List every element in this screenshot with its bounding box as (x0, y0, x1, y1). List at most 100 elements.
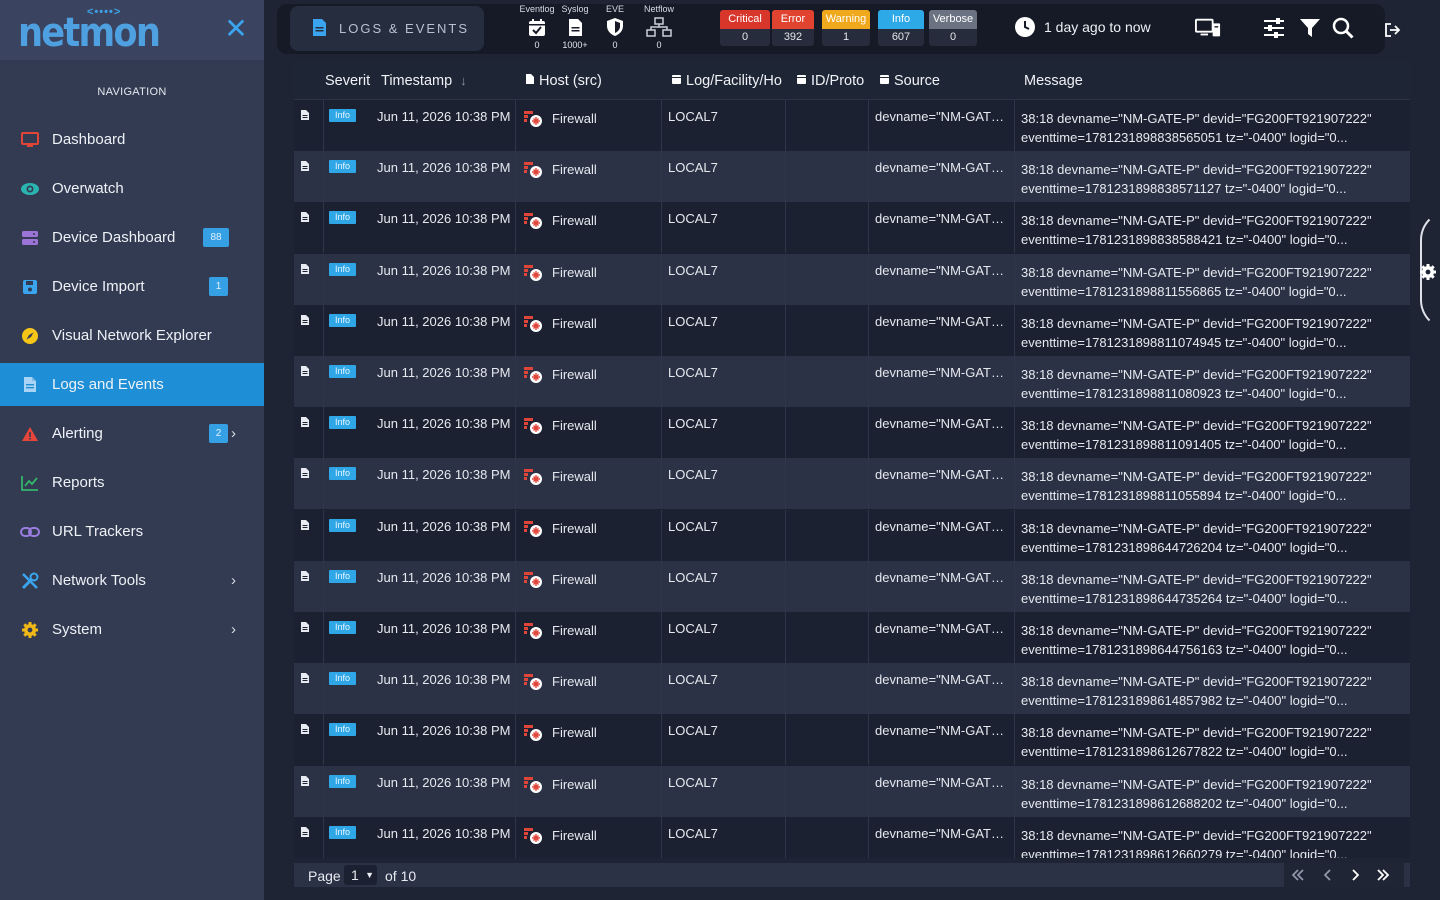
netflow-filter[interactable]: Netflow 0 (639, 4, 679, 50)
document-icon[interactable] (300, 159, 310, 177)
sidebar-item-url-trackers[interactable]: URL Trackers (0, 510, 264, 553)
column-host[interactable]: Host (src) (525, 61, 665, 100)
message-text: 38:18 devname="NM-GATE-P" devid="FG200FT… (1021, 365, 1410, 403)
last-page-button[interactable] (1369, 863, 1397, 887)
column-id-proto[interactable]: ID/Proto (796, 61, 872, 100)
document-icon[interactable] (300, 774, 310, 792)
host-name[interactable]: Firewall (552, 777, 597, 792)
sidebar-item-overwatch[interactable]: Overwatch (0, 167, 264, 210)
sidebar-item-alerting[interactable]: Alerting 2 › (0, 412, 264, 455)
column-message[interactable]: Message (1024, 61, 1224, 100)
page-select[interactable]: 1 ▼ (344, 865, 377, 885)
row-detail-cell (294, 458, 324, 510)
host-name[interactable]: Firewall (552, 469, 597, 484)
host-name[interactable]: Firewall (552, 418, 597, 433)
table-row[interactable]: Info Jun 11, 2026 10:38 PM Firewall LOCAL7 d… (294, 560, 1410, 612)
severity-cell: Info (324, 356, 371, 407)
severity-info-filter[interactable]: Info 607 (878, 10, 924, 46)
column-facility[interactable]: Log/Facility/Ho (671, 61, 787, 100)
column-timestamp[interactable]: Timestamp ↓ (381, 61, 515, 100)
source-cell: devname="NM-GAT… (869, 509, 1015, 561)
table-row[interactable]: Info Jun 11, 2026 10:38 PM Firewall LOCAL7 d… (294, 663, 1410, 715)
column-severity[interactable]: Severit (325, 61, 371, 100)
sidebar-item-device-import[interactable]: Device Import 1 (0, 265, 264, 308)
source-text: devname="NM-GAT… (875, 313, 1004, 329)
chevron-right-icon (1352, 869, 1359, 881)
close-icon[interactable]: ✕ (222, 14, 250, 44)
sidebar-item-system[interactable]: System › (0, 608, 264, 651)
eve-filter[interactable]: EVE 0 (600, 4, 630, 50)
double-chevron-right-icon (1377, 869, 1390, 881)
time-range-selector[interactable]: 1 day ago to now (1014, 16, 1151, 38)
logout-icon[interactable] (1383, 18, 1403, 42)
host-name[interactable]: Firewall (552, 572, 597, 587)
document-icon[interactable] (300, 569, 310, 587)
table-row[interactable]: Info Jun 11, 2026 10:38 PM Firewall LOCAL7 d… (294, 765, 1410, 817)
document-icon[interactable] (300, 466, 310, 484)
severity-badge: Info (329, 672, 356, 686)
first-page-button[interactable] (1284, 863, 1312, 887)
source-text: devname="NM-GAT… (875, 467, 1004, 483)
host-name[interactable]: Firewall (552, 111, 597, 126)
table-row[interactable]: Info Jun 11, 2026 10:38 PM Firewall LOCAL7 d… (294, 407, 1410, 459)
sidebar-item-network-tools[interactable]: Network Tools › (0, 559, 264, 602)
table-row[interactable]: Info Jun 11, 2026 10:38 PM Firewall LOCAL7 d… (294, 714, 1410, 766)
table-row[interactable]: Info Jun 11, 2026 10:38 PM Firewall LOCAL7 d… (294, 253, 1410, 305)
severity-critical-filter[interactable]: Critical 0 (720, 10, 770, 46)
gear-icon[interactable] (1416, 258, 1440, 286)
table-row[interactable]: Info Jun 11, 2026 10:38 PM Firewall LOCAL7 d… (294, 458, 1410, 510)
timestamp: Jun 11, 2026 10:38 PM (377, 621, 511, 636)
document-icon[interactable] (300, 262, 310, 280)
next-page-button[interactable] (1341, 863, 1369, 887)
severity-label: Error (772, 10, 814, 29)
host-name[interactable]: Firewall (552, 674, 597, 689)
host-name[interactable]: Firewall (552, 725, 597, 740)
document-icon[interactable] (300, 518, 310, 536)
severity-warning-filter[interactable]: Warning 1 (822, 10, 870, 46)
devices-icon[interactable] (1195, 16, 1221, 40)
table-row[interactable]: Info Jun 11, 2026 10:38 PM Firewall LOCAL7 d… (294, 356, 1410, 407)
sidebar-item-label: Logs and Events (52, 376, 164, 393)
sidebar-item-logs-and-events[interactable]: Logs and Events (0, 363, 264, 406)
document-icon[interactable] (300, 620, 310, 638)
sidebar-item-reports[interactable]: Reports (0, 461, 264, 504)
eventlog-filter[interactable]: Eventlog 0 (518, 4, 556, 50)
sidebar-item-device-dashboard[interactable]: Device Dashboard 88 (0, 216, 264, 259)
document-icon[interactable] (300, 722, 310, 740)
document-icon[interactable] (300, 313, 310, 331)
table-row[interactable]: Info Jun 11, 2026 10:38 PM Firewall LOCAL7 d… (294, 509, 1410, 561)
table-row[interactable]: Info Jun 11, 2026 10:38 PM Firewall LOCAL7 d… (294, 304, 1410, 356)
previous-page-button[interactable] (1314, 863, 1342, 887)
table-row[interactable]: Info Jun 11, 2026 10:38 PM Firewall LOCAL7 d… (294, 202, 1410, 254)
host-name[interactable]: Firewall (552, 265, 597, 280)
host-name[interactable]: Firewall (552, 213, 597, 228)
host-name[interactable]: Firewall (552, 828, 597, 843)
document-icon[interactable] (300, 210, 310, 228)
host-name[interactable]: Firewall (552, 316, 597, 331)
document-icon[interactable] (300, 364, 310, 382)
sidebar-item-dashboard[interactable]: Dashboard (0, 118, 264, 161)
document-icon[interactable] (300, 415, 310, 433)
document-icon[interactable] (300, 671, 310, 689)
document-icon[interactable] (300, 108, 310, 126)
sidebar-item-visual-network-explorer[interactable]: Visual Network Explorer (0, 314, 264, 357)
severity-verbose-filter[interactable]: Verbose 0 (929, 10, 977, 46)
syslog-filter[interactable]: Syslog 1000+ (557, 4, 593, 50)
table-row[interactable]: Info Jun 11, 2026 10:38 PM Firewall LOCAL7 d… (294, 816, 1410, 858)
table-row[interactable]: Info Jun 11, 2026 10:38 PM Firewall LOCAL7 d… (294, 612, 1410, 663)
message-text: 38:18 devname="NM-GATE-P" devid="FG200FT… (1021, 621, 1410, 659)
row-detail-cell (294, 765, 324, 817)
host-name[interactable]: Firewall (552, 623, 597, 638)
host-name[interactable]: Firewall (552, 162, 597, 177)
sliders-icon[interactable] (1261, 16, 1287, 40)
severity-error-filter[interactable]: Error 392 (772, 10, 814, 46)
column-source[interactable]: Source (879, 61, 1009, 100)
search-icon[interactable] (1330, 16, 1356, 40)
document-icon[interactable] (300, 825, 310, 843)
filter-icon[interactable] (1297, 16, 1323, 40)
table-row[interactable]: Info Jun 11, 2026 10:38 PM Firewall LOCAL7 d… (294, 151, 1410, 203)
host-name[interactable]: Firewall (552, 521, 597, 536)
severity-count: 607 (878, 29, 924, 46)
host-name[interactable]: Firewall (552, 367, 597, 382)
table-row[interactable]: Info Jun 11, 2026 10:38 PM Firewall LOCAL7 d… (294, 100, 1410, 151)
